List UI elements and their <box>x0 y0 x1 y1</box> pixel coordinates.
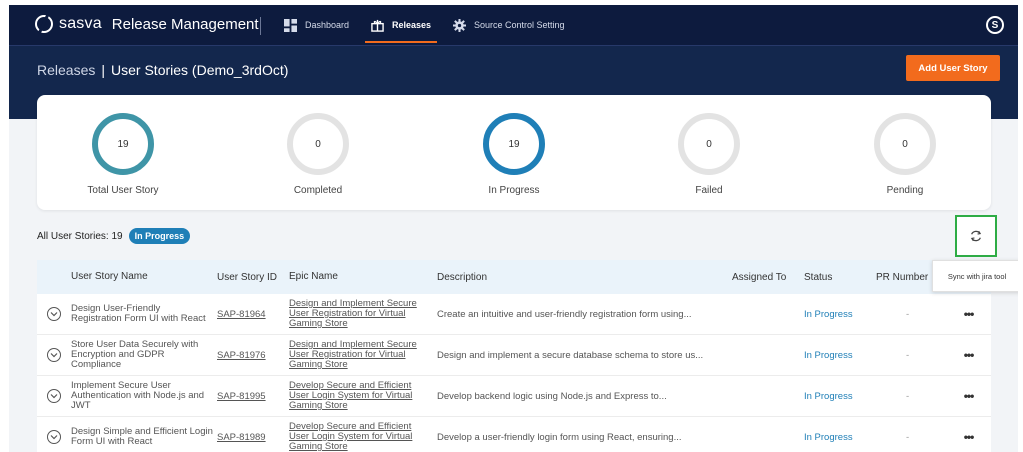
stat-failed: 0 Failed <box>649 113 769 196</box>
status-text: In Progress <box>804 390 853 402</box>
nav-item-source-control[interactable]: Source Control Setting <box>453 5 565 45</box>
nav-item-releases[interactable]: Releases <box>364 5 438 45</box>
pr-number: - <box>906 308 910 320</box>
user-story-description: Design and implement a secure database s… <box>437 349 704 361</box>
user-story-id-link[interactable]: SAP-81976 <box>217 350 266 361</box>
chevron-down-icon <box>47 389 61 403</box>
breadcrumb-separator: | <box>101 62 106 78</box>
column-header-status[interactable]: Status <box>804 272 876 283</box>
row-expand-button[interactable] <box>37 307 71 321</box>
breadcrumb-releases-link[interactable]: Releases <box>37 62 95 78</box>
more-options-icon[interactable]: ••• <box>964 430 975 444</box>
more-options-icon[interactable]: ••• <box>964 389 975 403</box>
column-header-description[interactable]: Description <box>437 272 732 283</box>
pr-number: - <box>906 349 910 361</box>
nav-item-label: Releases <box>392 20 432 30</box>
brand[interactable]: sasva Release Management <box>35 15 259 33</box>
user-story-description: Develop a user-friendly login form using… <box>437 431 682 443</box>
chevron-down-icon <box>47 307 61 321</box>
table-row: Store User Data Securely with Encryption… <box>37 335 991 376</box>
user-stories-table: User Story Name User Story ID Epic Name … <box>37 260 991 452</box>
user-story-name: Implement Secure User Authentication wit… <box>71 380 205 411</box>
more-options-icon[interactable]: ••• <box>964 307 975 321</box>
stat-pending: 0 Pending <box>845 113 965 196</box>
column-header-id[interactable]: User Story ID <box>217 272 289 283</box>
sasva-logo-icon <box>35 15 53 33</box>
user-story-description: Develop backend logic using Node.js and … <box>437 390 667 402</box>
user-story-id-link[interactable]: SAP-81989 <box>217 432 266 443</box>
stat-total-user-story: 19 Total User Story <box>63 113 183 196</box>
user-avatar[interactable]: S <box>986 16 1004 34</box>
user-story-name: Design Simple and Efficient Login Form U… <box>71 426 213 447</box>
status-filter-badge[interactable]: In Progress <box>128 228 191 244</box>
user-story-id-link[interactable]: SAP-81995 <box>217 391 266 402</box>
stat-label: Pending <box>886 185 924 196</box>
row-expand-button[interactable] <box>37 348 71 362</box>
table-row: Implement Secure User Authentication wit… <box>37 376 991 417</box>
stat-ring: 0 <box>287 113 349 175</box>
summary-card: 19 Total User Story 0 Completed 19 In Pr… <box>37 95 991 210</box>
status-text: In Progress <box>804 431 853 443</box>
user-story-name: Design User-Friendly Registration Form U… <box>71 303 206 324</box>
stat-ring: 0 <box>874 113 936 175</box>
row-expand-button[interactable] <box>37 430 71 444</box>
sync-icon <box>970 230 982 242</box>
list-header: All User Stories: 19 In Progress <box>37 228 191 244</box>
pr-number: - <box>906 431 910 443</box>
stat-in-progress: 19 In Progress <box>454 113 574 196</box>
releases-icon <box>371 19 384 32</box>
stat-ring: 19 <box>92 113 154 175</box>
epic-name-link[interactable]: Develop Secure and Efficient User Login … <box>289 380 412 411</box>
nav-item-label: Source Control Setting <box>474 20 565 30</box>
stat-label: Total User Story <box>87 185 159 196</box>
epic-name-link[interactable]: Develop Secure and Efficient User Login … <box>289 421 412 452</box>
gear-icon <box>453 18 466 32</box>
table-row: Design User-Friendly Registration Form U… <box>37 294 991 335</box>
column-header-epic[interactable]: Epic Name <box>289 272 437 282</box>
column-header-name[interactable]: User Story Name <box>71 272 217 282</box>
breadcrumb: Releases | User Stories (Demo_3rdOct) <box>37 62 288 78</box>
user-story-count: All User Stories: 19 <box>37 230 123 242</box>
pr-number: - <box>906 390 910 402</box>
page-title: User Stories (Demo_3rdOct) <box>111 62 289 78</box>
stat-label: Completed <box>293 185 343 196</box>
user-story-name: Store User Data Securely with Encryption… <box>71 339 199 370</box>
sync-tooltip: Sync with jira tool <box>932 260 1018 292</box>
stat-completed: 0 Completed <box>258 113 378 196</box>
sync-jira-button[interactable] <box>955 215 997 257</box>
epic-name-link[interactable]: Design and Implement Secure User Registr… <box>289 339 417 370</box>
stat-ring: 0 <box>678 113 740 175</box>
brand-name: sasva <box>59 15 102 32</box>
chevron-down-icon <box>47 348 61 362</box>
nav-divider <box>260 17 261 35</box>
nav-item-label: Dashboard <box>305 20 350 30</box>
add-user-story-button[interactable]: Add User Story <box>906 55 1000 81</box>
more-options-icon[interactable]: ••• <box>964 348 975 362</box>
dashboard-icon <box>284 18 297 32</box>
chevron-down-icon <box>47 430 61 444</box>
nav-item-dashboard[interactable]: Dashboard <box>284 5 349 45</box>
stat-label: Failed <box>695 185 723 196</box>
user-story-description: Create an intuitive and user-friendly re… <box>437 308 692 320</box>
column-header-assigned[interactable]: Assigned To <box>732 272 804 283</box>
top-nav: sasva Release Management Dashboard Relea… <box>9 5 1018 45</box>
status-text: In Progress <box>804 308 853 320</box>
stat-ring: 19 <box>483 113 545 175</box>
app-name: Release Management <box>111 15 259 33</box>
table-row: Design Simple and Efficient Login Form U… <box>37 417 991 452</box>
epic-name-link[interactable]: Design and Implement Secure User Registr… <box>289 298 417 329</box>
table-header: User Story Name User Story ID Epic Name … <box>37 260 991 294</box>
user-story-id-link[interactable]: SAP-81964 <box>217 309 266 320</box>
row-expand-button[interactable] <box>37 389 71 403</box>
app-window: sasva Release Management Dashboard Relea… <box>9 5 1018 452</box>
status-text: In Progress <box>804 349 853 361</box>
stat-label: In Progress <box>488 185 540 196</box>
